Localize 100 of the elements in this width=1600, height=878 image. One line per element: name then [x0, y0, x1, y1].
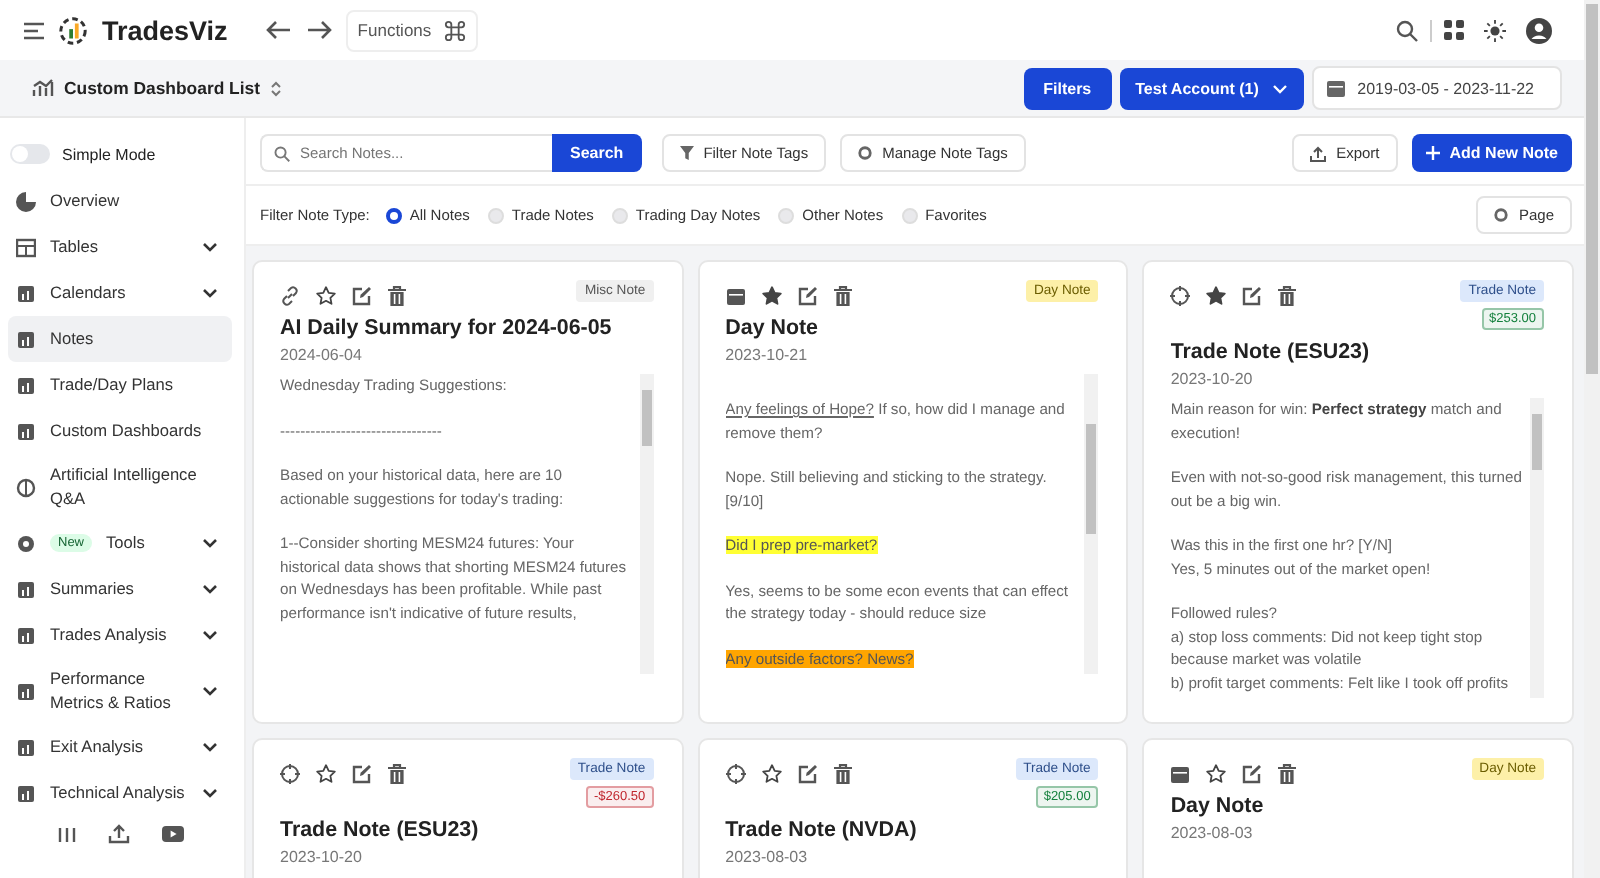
- sidebar-item[interactable]: Notes: [8, 316, 232, 362]
- note-date: 2023-08-03: [1170, 824, 1255, 842]
- sidebar-item[interactable]: Exit Analysis: [8, 724, 232, 770]
- sidebar-item[interactable]: Artificial Intelligence Q&A: [8, 454, 232, 520]
- sidebar-item[interactable]: Custom Dashboards: [8, 408, 232, 454]
- note-date: 2023-10-20: [1170, 370, 1255, 388]
- edit-icon[interactable]: [797, 286, 818, 306]
- edit-icon[interactable]: [797, 764, 818, 784]
- scrollbar[interactable]: [1084, 374, 1099, 674]
- functions-button[interactable]: Functions: [345, 9, 478, 51]
- star-icon[interactable]: [1206, 764, 1227, 784]
- sidebar-item[interactable]: Technical Analysis: [8, 770, 232, 816]
- star-icon[interactable]: [316, 764, 336, 784]
- sort-caret-icon[interactable]: [270, 79, 282, 97]
- menu-item-icon: [16, 477, 36, 497]
- star-icon[interactable]: [761, 286, 782, 306]
- page-scrollbar[interactable]: [1584, 0, 1600, 878]
- menu-item-icon: [16, 191, 36, 211]
- note-title[interactable]: AI Daily Summary for 2024-06-05: [280, 316, 654, 340]
- crosshair-icon[interactable]: [725, 764, 746, 784]
- menu-item-icon: [16, 737, 36, 757]
- sidebar-item[interactable]: Overview: [8, 178, 232, 224]
- link-icon[interactable]: [280, 286, 300, 306]
- star-icon[interactable]: [1206, 286, 1227, 306]
- note-title[interactable]: Trade Note (ESU23): [1170, 340, 1544, 364]
- sidebar-item[interactable]: Trades Analysis: [8, 612, 232, 658]
- funnel-icon: [679, 146, 694, 160]
- edit-icon[interactable]: [352, 286, 372, 306]
- plus-icon: [1425, 146, 1440, 160]
- grid-icon[interactable]: [1444, 20, 1464, 40]
- menu-item-icon: [16, 579, 36, 599]
- columns-icon[interactable]: [57, 825, 75, 843]
- menu-item-icon: [16, 783, 36, 803]
- upload-icon[interactable]: [107, 824, 129, 844]
- sidebar-item-label: Overview: [50, 189, 122, 213]
- add-new-note-button[interactable]: Add New Note: [1411, 134, 1572, 172]
- back-arrow-icon[interactable]: [265, 20, 292, 40]
- logo-icon: [58, 15, 88, 45]
- sidebar-item[interactable]: Tables: [8, 224, 232, 270]
- calendar-icon: [1325, 78, 1346, 98]
- crosshair-icon[interactable]: [1170, 286, 1191, 306]
- trash-icon[interactable]: [388, 764, 406, 784]
- account-dropdown[interactable]: Test Account (1): [1119, 67, 1304, 109]
- sidebar-item[interactable]: Performance Metrics & Ratios: [8, 658, 232, 724]
- brand-name: TradesViz: [102, 15, 228, 45]
- note-title[interactable]: Day Note: [725, 316, 1099, 340]
- scrollbar[interactable]: [639, 374, 654, 674]
- search-icon[interactable]: [1396, 19, 1418, 41]
- sidebar-item-label: Tools: [106, 531, 147, 555]
- note-title[interactable]: Trade Note (NVDA): [725, 818, 1099, 842]
- note-title[interactable]: Trade Note (ESU23): [280, 818, 654, 842]
- edit-icon[interactable]: [1242, 286, 1263, 306]
- simple-mode-toggle[interactable]: [10, 144, 50, 164]
- search-button[interactable]: Search: [552, 134, 642, 172]
- chevron-down-icon: [1271, 83, 1288, 93]
- video-icon[interactable]: [161, 826, 183, 842]
- scrollbar[interactable]: [1530, 398, 1544, 698]
- trash-icon[interactable]: [833, 764, 852, 784]
- menu-icon[interactable]: [24, 21, 44, 39]
- edit-icon[interactable]: [352, 764, 372, 784]
- trash-icon[interactable]: [388, 286, 406, 306]
- sidebar-item[interactable]: Calendars: [8, 270, 232, 316]
- edit-icon[interactable]: [1242, 764, 1263, 784]
- sidebar-item-label: Summaries: [50, 577, 136, 601]
- settings-icon: [1494, 208, 1509, 222]
- user-avatar-icon[interactable]: [1526, 17, 1552, 43]
- sidebar-item-label: Notes: [50, 327, 96, 351]
- sidebar-item-label: Exit Analysis: [50, 735, 146, 759]
- menu-item-icon: [16, 681, 36, 701]
- star-icon[interactable]: [761, 764, 782, 784]
- menu-item-icon: [16, 237, 36, 257]
- calendar-icon[interactable]: [1170, 764, 1191, 784]
- trash-icon[interactable]: [1278, 286, 1297, 306]
- note-date: 2023-10-21: [725, 346, 810, 364]
- simple-mode-label: Simple Mode: [62, 145, 156, 163]
- sidebar-item-label: Tables: [50, 235, 100, 259]
- trash-icon[interactable]: [833, 286, 852, 306]
- sidebar-item[interactable]: Trade/Day Plans: [8, 362, 232, 408]
- menu-item-icon: [16, 375, 36, 395]
- sidebar-item-label: Custom Dashboards: [50, 419, 204, 443]
- menu-item-icon: [16, 625, 36, 645]
- filters-button[interactable]: Filters: [1023, 67, 1112, 109]
- dashboard-list-title[interactable]: Custom Dashboard List: [64, 78, 260, 98]
- date-range-picker[interactable]: 2019-03-05 - 2023-11-22: [1311, 66, 1562, 110]
- sidebar-item-label: Artificial Intelligence Q&A: [50, 464, 199, 510]
- sidebar-item[interactable]: Summaries: [8, 566, 232, 612]
- note-title[interactable]: Day Note: [1170, 794, 1544, 818]
- sun-icon[interactable]: [1484, 19, 1506, 41]
- menu-item-icon: [16, 533, 36, 553]
- forward-arrow-icon[interactable]: [305, 20, 332, 40]
- star-icon[interactable]: [316, 286, 336, 306]
- crosshair-icon[interactable]: [280, 764, 300, 784]
- calendar-icon[interactable]: [725, 286, 746, 306]
- sidebar-item-label: Calendars: [50, 281, 128, 305]
- chart-icon: [32, 78, 54, 98]
- trash-icon[interactable]: [1278, 764, 1297, 784]
- note-date: 2023-08-03: [725, 848, 810, 866]
- menu-item-icon: [16, 329, 36, 349]
- menu-item-icon: [16, 421, 36, 441]
- sidebar-item-label: Trade/Day Plans: [50, 373, 175, 397]
